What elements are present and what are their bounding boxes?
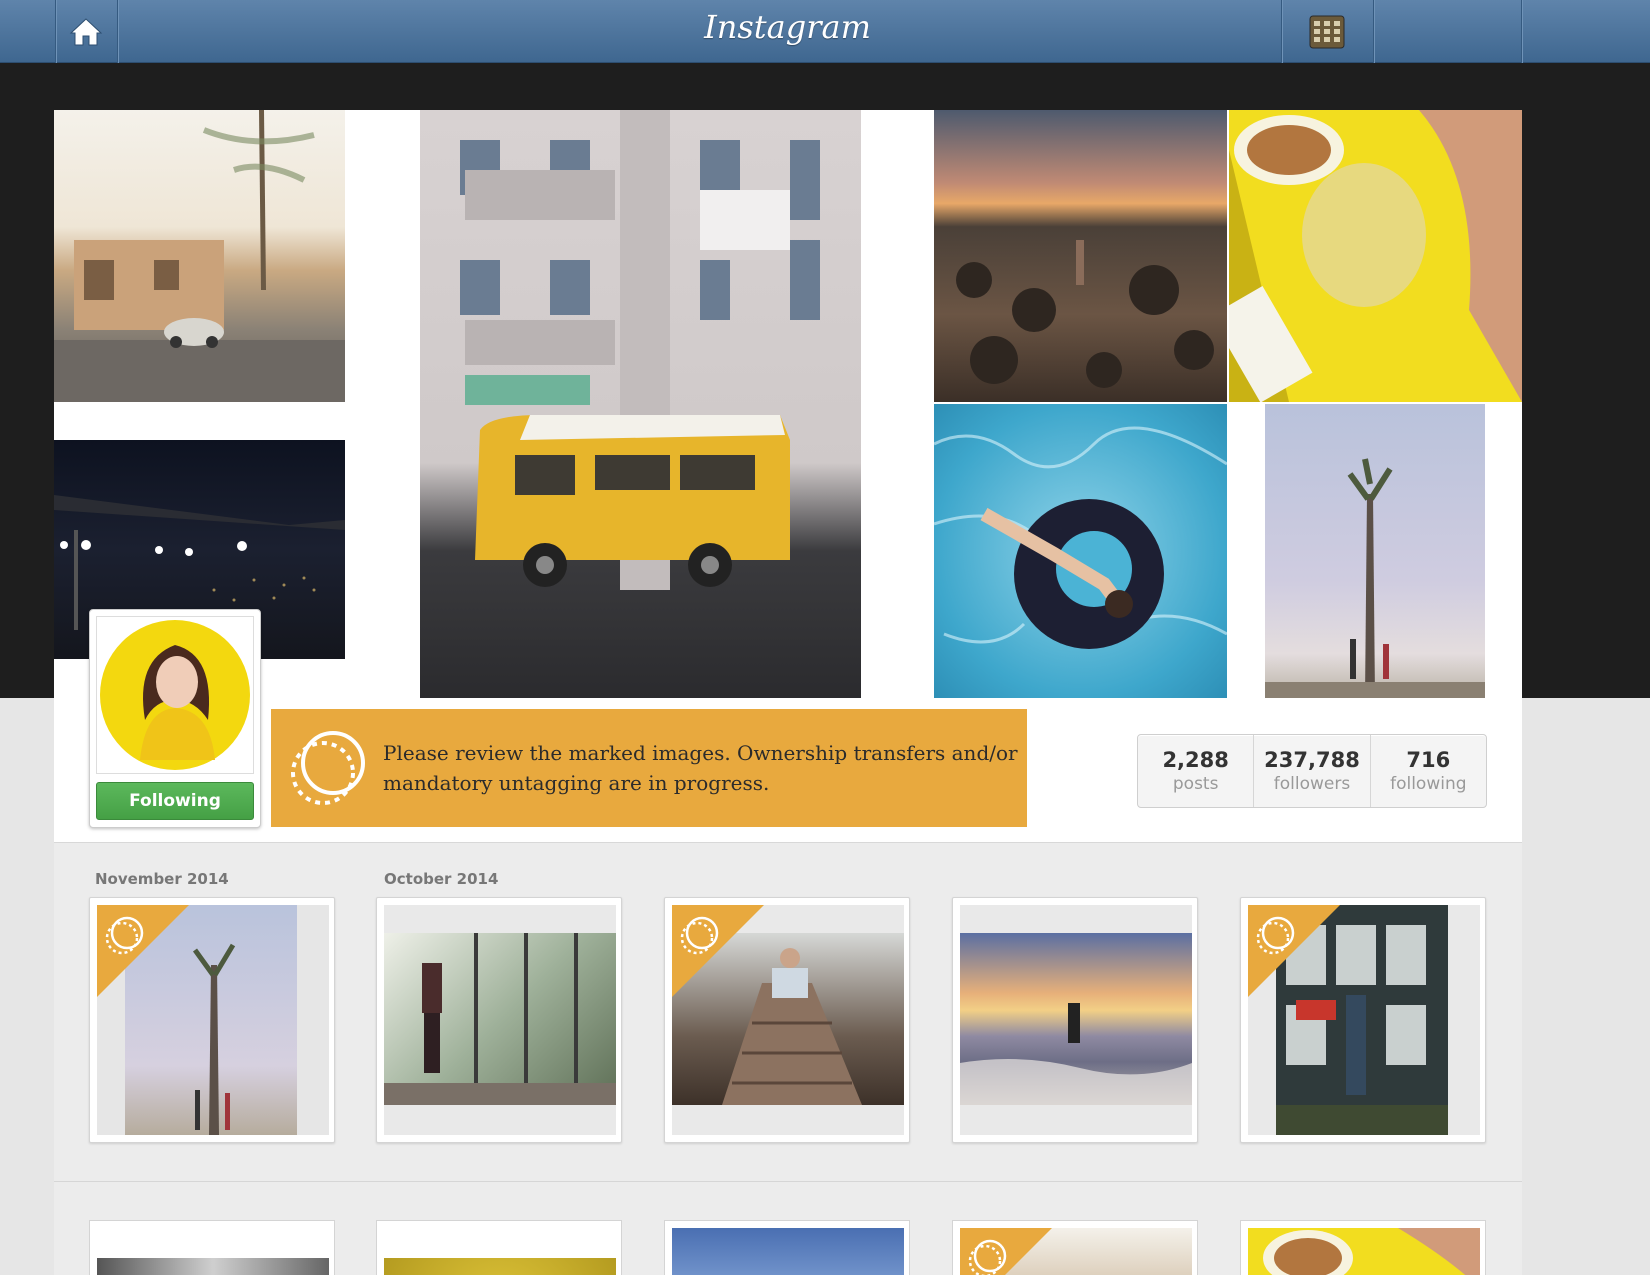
cover-photo-desert-sunset[interactable] — [934, 110, 1227, 402]
stat-label: followers — [1273, 774, 1351, 794]
grid-view-button[interactable] — [1281, 0, 1373, 63]
stat-label: following — [1390, 774, 1467, 794]
ownership-review-banner: Please review the marked images. Ownersh… — [271, 709, 1027, 827]
profile-stats: 2,288 posts 237,788 followers 716 follow… — [1137, 734, 1487, 808]
month-heading: November 2014 — [95, 870, 229, 888]
ownership-transfer-marker — [960, 1228, 1052, 1275]
top-navigation-bar: Instagram — [0, 0, 1650, 63]
feed-photo-card[interactable] — [89, 1220, 335, 1275]
row-divider — [54, 1181, 1522, 1182]
stat-followers[interactable]: 237,788 followers — [1254, 735, 1371, 807]
feed-photo-card[interactable] — [376, 1220, 622, 1275]
feed-photo-card[interactable] — [89, 897, 335, 1143]
ownership-transfer-marker — [97, 905, 189, 997]
feed-photo-card[interactable] — [1240, 897, 1486, 1143]
stat-value: 2,288 — [1162, 748, 1229, 772]
feed-photo-card[interactable] — [952, 1220, 1198, 1275]
ownership-transfer-icon — [291, 731, 365, 805]
following-button[interactable]: Following — [96, 782, 254, 820]
ownership-transfer-icon — [672, 905, 764, 997]
cover-photo-yellow-van[interactable] — [420, 110, 861, 698]
avatar[interactable] — [96, 616, 254, 774]
stat-posts[interactable]: 2,288 posts — [1138, 735, 1255, 807]
month-heading: October 2014 — [384, 870, 499, 888]
cover-photo-house[interactable] — [54, 110, 345, 402]
feed-photo-card[interactable] — [1240, 1220, 1486, 1275]
ownership-transfer-icon — [1248, 905, 1340, 997]
grid-view-icon — [1309, 15, 1345, 48]
feed-photo-card[interactable] — [952, 897, 1198, 1143]
ownership-transfer-icon — [960, 1228, 1052, 1275]
stat-label: posts — [1172, 774, 1219, 794]
feed-photo-card[interactable] — [664, 1220, 910, 1275]
banner-message: Please review the marked images. Ownersh… — [383, 741, 1018, 795]
ownership-transfer-marker — [1248, 905, 1340, 997]
stat-value: 237,788 — [1264, 748, 1360, 772]
stat-following[interactable]: 716 following — [1371, 735, 1486, 807]
cover-photo-mosaic — [54, 110, 1522, 698]
ownership-transfer-icon — [97, 905, 189, 997]
cover-photo-coffee[interactable] — [1229, 110, 1522, 402]
feed-photo-card[interactable] — [376, 897, 622, 1143]
stat-value: 716 — [1406, 748, 1451, 772]
ownership-transfer-marker — [672, 905, 764, 997]
cover-photo-pool-float[interactable] — [934, 404, 1227, 698]
feed-photo-card[interactable] — [664, 897, 910, 1143]
cover-photo-joshua-tree[interactable] — [1265, 404, 1485, 698]
profile-card: Following — [89, 609, 261, 828]
